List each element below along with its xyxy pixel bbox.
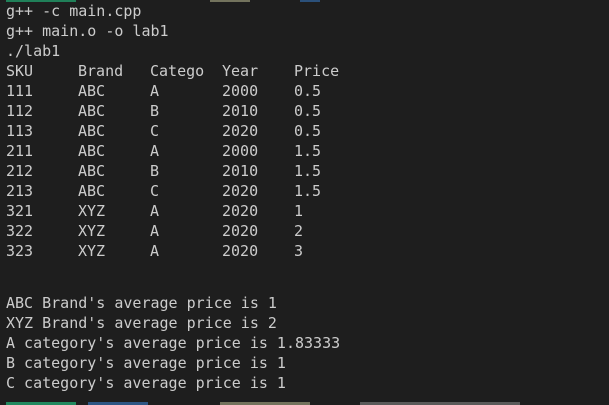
result-line: C category's average price is 1 [6,374,286,392]
cell-sku: 111 [6,82,34,100]
cell-sku: 211 [6,142,34,160]
table-row: 321 XYZ A 2020 1 [6,201,606,221]
cell-year: 2020 [222,242,259,260]
command-run: ./lab1 [6,42,61,60]
cell-category: A [150,222,160,240]
cell-category: A [150,202,160,220]
cell-price: 0.5 [294,122,322,140]
cell-sku: 113 [6,122,34,140]
table-row: 213 ABC C 2020 1.5 [6,181,606,201]
cell-year: 2010 [222,102,259,120]
cell-price: 0.5 [294,82,322,100]
cell-brand: XYZ [78,222,106,240]
cell-year: 2010 [222,162,259,180]
cell-brand: ABC [78,142,106,160]
cell-price: 1.5 [294,182,322,200]
column-header-sku: SKU [6,62,34,80]
cell-category: A [150,242,160,260]
table-row: 112 ABC B 2010 0.5 [6,101,606,121]
cell-brand: ABC [78,82,106,100]
cell-price: 1.5 [294,142,322,160]
cell-sku: 213 [6,182,34,200]
command-compile: g++ -c main.cpp [6,2,142,20]
cell-brand: XYZ [78,202,106,220]
cell-price: 1 [294,202,304,220]
cell-category: C [150,122,160,140]
cell-brand: XYZ [78,242,106,260]
table-row: 322 XYZ A 2020 2 [6,221,606,241]
cell-year: 2020 [222,222,259,240]
cell-sku: 321 [6,202,34,220]
command-link: g++ main.o -o lab1 [6,22,169,40]
cell-year: 2020 [222,202,259,220]
cell-sku: 323 [6,242,34,260]
cell-year: 2000 [222,142,259,160]
cell-category: B [150,102,160,120]
cell-category: A [150,142,160,160]
table-header-row: SKU Brand Catego Year Price [6,61,606,81]
column-header-price: Price [294,62,340,80]
table-row: 323 XYZ A 2020 3 [6,241,606,261]
table-row: 113 ABC C 2020 0.5 [6,121,606,141]
column-header-brand: Brand [78,62,124,80]
terminal-output[interactable]: g++ -c main.cpp g++ main.o -o lab1 ./lab… [0,0,609,405]
cell-price: 3 [294,242,304,260]
cell-sku: 322 [6,222,34,240]
result-line: B category's average price is 1 [6,354,286,372]
cell-price: 2 [294,222,304,240]
cell-sku: 212 [6,162,34,180]
column-header-year: Year [222,62,259,80]
cell-year: 2020 [222,182,259,200]
table-row: 211 ABC A 2000 1.5 [6,141,606,161]
cell-price: 1.5 [294,162,322,180]
result-line: ABC Brand's average price is 1 [6,294,277,312]
cell-sku: 112 [6,102,34,120]
table-row: 111 ABC A 2000 0.5 [6,81,606,101]
cell-year: 2000 [222,82,259,100]
result-line: XYZ Brand's average price is 2 [6,314,277,332]
cell-year: 2020 [222,122,259,140]
cell-brand: ABC [78,102,106,120]
cell-price: 0.5 [294,102,322,120]
column-header-category: Catego [150,62,205,80]
cell-category: C [150,182,160,200]
cell-brand: ABC [78,122,106,140]
cell-brand: ABC [78,182,106,200]
table-row: 212 ABC B 2010 1.5 [6,161,606,181]
terminal-lines: g++ -c main.cpp g++ main.o -o lab1 ./lab… [6,1,606,393]
result-line: A category's average price is 1.83333 [6,334,341,352]
cell-category: B [150,162,160,180]
cell-brand: ABC [78,162,106,180]
cell-category: A [150,82,160,100]
